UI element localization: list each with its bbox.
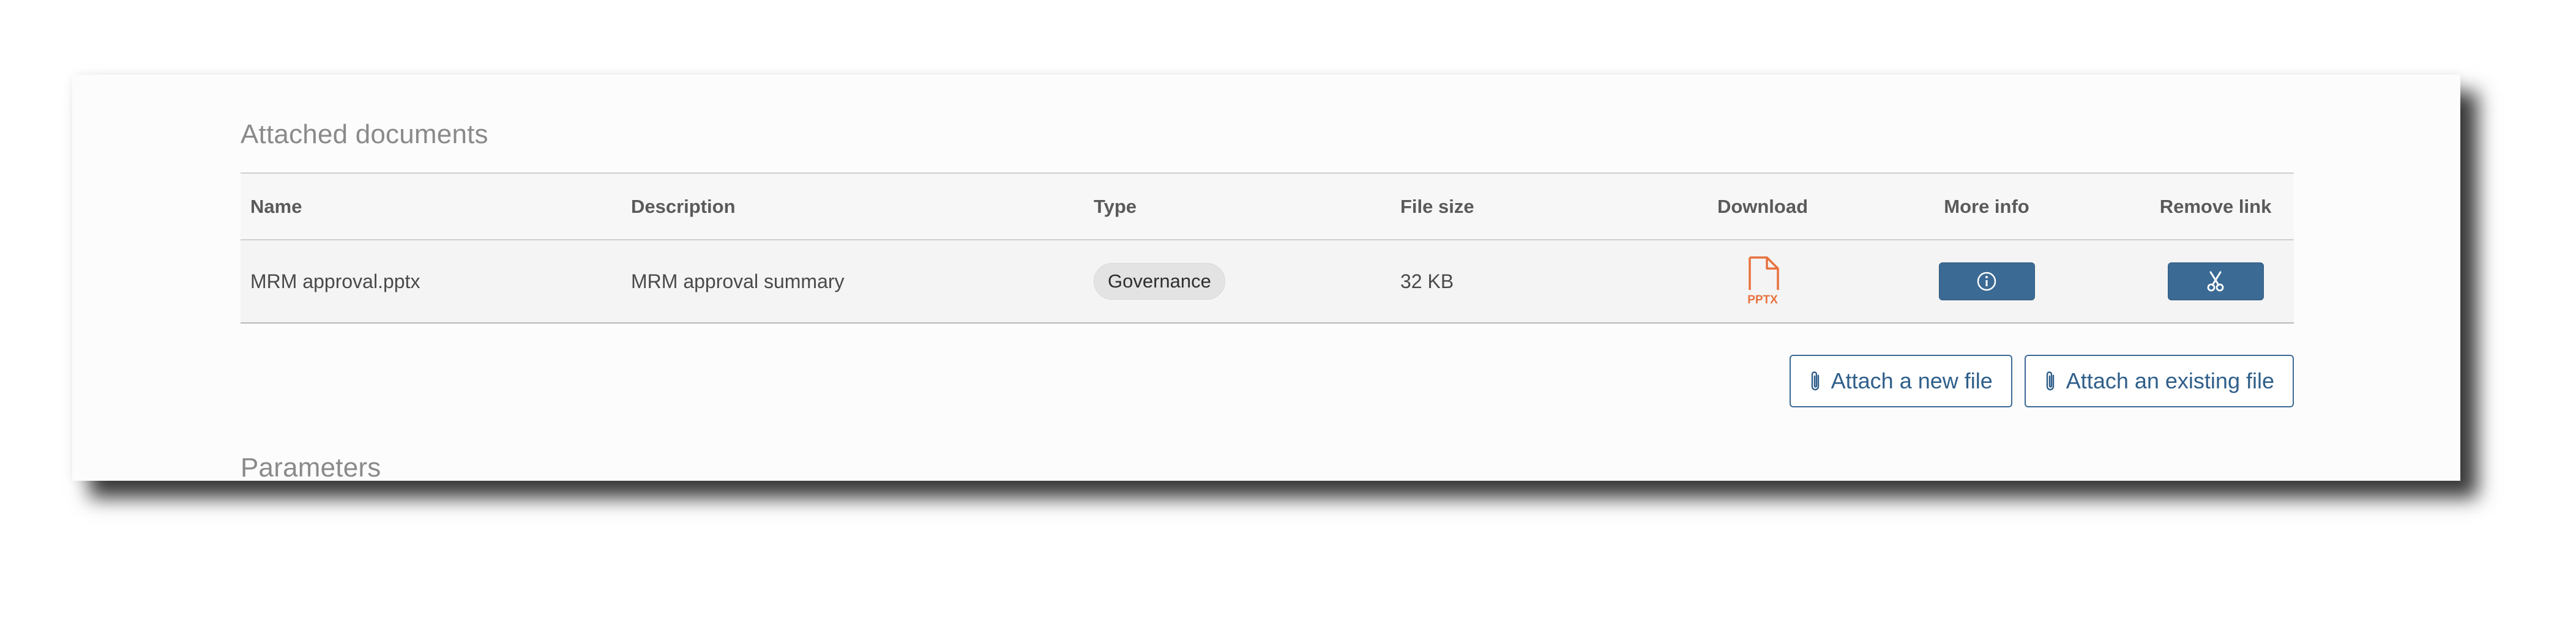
file-size: 32 KB [1400, 270, 1454, 292]
attached-documents-table: Name Description Type File size Download… [241, 172, 2294, 324]
more-info-button[interactable] [1938, 262, 2035, 300]
scissors-icon [2207, 271, 2224, 292]
column-header-type: Type [1094, 195, 1137, 217]
download-cell: PPTX [1654, 240, 1871, 322]
paperclip-icon [1811, 371, 1819, 391]
file-name: MRM approval.pptx [250, 270, 420, 292]
type-cell: Governance [1094, 240, 1387, 322]
attached-documents-title: Attached documents [241, 119, 488, 149]
attach-new-file-label: Attach a new file [1831, 368, 1993, 393]
documents-panel: Attached documents Name Description Type… [72, 75, 2460, 481]
file-description: MRM approval summary [631, 270, 845, 292]
table-header: Name Description Type File size Download… [241, 172, 2294, 240]
column-header-name: Name [250, 195, 302, 217]
column-header-remove-link: Remove link [2159, 195, 2272, 217]
attach-existing-file-button[interactable]: Attach an existing file [2024, 355, 2294, 407]
table-row: MRM approval.pptx MRM approval summary G… [241, 240, 2294, 324]
column-header-more-info: More info [1944, 195, 2029, 217]
column-header-download: Download [1717, 195, 1809, 217]
remove-link-button[interactable] [2167, 262, 2264, 300]
pptx-label: PPTX [1747, 294, 1778, 306]
pptx-file-icon[interactable]: PPTX [1744, 256, 1782, 307]
column-header-description: Description [631, 195, 736, 217]
attach-existing-file-label: Attach an existing file [2066, 368, 2274, 393]
attach-new-file-button[interactable]: Attach a new file [1789, 355, 2012, 407]
type-badge: Governance [1094, 263, 1225, 300]
attach-actions: Attach a new file Attach an existing fil… [1789, 355, 2294, 407]
parameters-title: Parameters [241, 453, 381, 481]
download-link[interactable]: PPTX [1744, 256, 1782, 307]
column-header-file-size: File size [1400, 195, 1474, 217]
remove-link-cell [2107, 240, 2324, 322]
more-info-cell [1878, 240, 2095, 322]
info-icon [1977, 272, 1996, 291]
paperclip-icon [2046, 371, 2054, 391]
